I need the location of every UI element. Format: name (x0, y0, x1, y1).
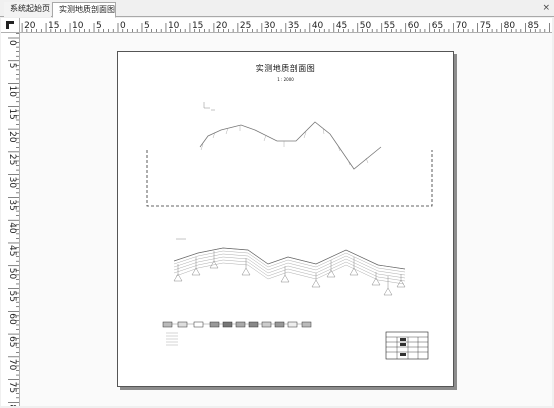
section-drawing (146, 102, 433, 360)
legend-swatch (209, 321, 220, 328)
ruler-label: 65 (7, 336, 17, 347)
close-icon[interactable]: × (542, 2, 550, 14)
ruler-label: 60 (408, 21, 420, 31)
legend-notes (166, 332, 178, 346)
topographic-profile-line (199, 121, 382, 170)
tab-bar: 系统起始页 实测地质剖面图 × (0, 0, 554, 18)
ruler-label: 40 (312, 21, 324, 31)
ruler-label: 15 (7, 108, 17, 119)
strata-lines (173, 247, 406, 285)
ruler-label: 15 (48, 21, 59, 31)
ruler-label: 10 (7, 86, 17, 98)
legend-swatch (235, 321, 246, 328)
vertical-ruler[interactable]: 0 5 10 15 20 25 30 35 40 45 50 55 60 65 70 75 80 (1, 33, 20, 406)
ruler-label: 0 (7, 40, 17, 46)
ruler-label: 80 (504, 21, 516, 31)
ruler-label: 5 (7, 63, 17, 69)
legend-swatch (193, 321, 204, 328)
ruler-corner-icon (1, 18, 20, 33)
ruler-label: 10 (72, 21, 84, 31)
corner-mark (203, 102, 210, 109)
tab-label: 实测地质剖面图 (59, 5, 115, 14)
tab-label: 系统起始页 (10, 4, 50, 13)
vertical-ruler-scale: 0 5 10 15 20 25 30 35 40 45 50 55 60 65 70 75 80 (7, 33, 19, 406)
ruler-label: 60 (7, 313, 17, 325)
legend-swatch (301, 321, 312, 328)
profile-tick-marks (200, 125, 369, 166)
ruler-label: 0 (120, 21, 126, 31)
ruler-label: 25 (7, 154, 17, 165)
horizontal-ruler[interactable]: 20 15 10 5 0 5 10 15 20 25 30 35 40 45 50 55 60 65 70 75 80 8… (20, 18, 552, 33)
ruler-label: 85 (528, 21, 539, 31)
ruler-label: 50 (7, 268, 17, 280)
legend-swatch (274, 321, 285, 328)
ruler-label: 75 (480, 21, 491, 31)
legend-swatch (222, 321, 233, 328)
legend-row (162, 321, 312, 328)
ruler-label: 50 (360, 21, 372, 31)
ruler-label: 35 (288, 21, 299, 31)
ruler-label: 10 (168, 21, 180, 31)
ruler-label: 80 (7, 404, 17, 406)
ruler-label: 40 (7, 222, 17, 234)
ruler-label: 5 (144, 21, 150, 31)
ruler-label: 55 (384, 21, 395, 31)
section-frame (146, 150, 433, 207)
ruler-label: 25 (240, 21, 251, 31)
ruler-label: 20 (24, 21, 36, 31)
ruler-label: 65 (432, 21, 443, 31)
ruler-label: 30 (7, 177, 17, 189)
drawing-page[interactable]: 实测地质剖面图 1 : 2000 (117, 51, 454, 387)
ruler-corner-glyph (6, 21, 14, 29)
legend-swatch (248, 321, 259, 328)
ruler-label: 20 (7, 131, 17, 143)
ruler-label: 75 (7, 382, 17, 393)
ruler-label: 30 (264, 21, 276, 31)
legend-swatch (261, 321, 272, 328)
ruler-label: 70 (456, 21, 468, 31)
ruler-label: 20 (216, 21, 228, 31)
ruler-label: 55 (7, 291, 17, 302)
tab-geologic-section[interactable]: 实测地质剖面图 (52, 2, 116, 18)
ruler-label: 15 (192, 21, 203, 31)
app-window: 系统起始页 实测地质剖面图 × 20 15 10 5 0 5 10 15 20 25 30 35 40 4… (0, 0, 554, 408)
legend-swatch (162, 321, 173, 328)
drawing-canvas[interactable]: 实测地质剖面图 1 : 2000 (20, 33, 552, 406)
tab-start-page[interactable]: 系统起始页 (4, 2, 51, 17)
legend-swatch (287, 321, 298, 328)
ruler-label: 35 (7, 199, 17, 210)
horizontal-ruler-scale: 20 15 10 5 0 5 10 15 20 25 30 35 40 45 50 55 60 65 70 75 80 8… (21, 21, 552, 32)
ruler-label: 70 (7, 359, 17, 371)
ruler-label: 45 (7, 245, 17, 256)
legend-swatch (177, 321, 188, 328)
ruler-label: 45 (336, 21, 347, 31)
title-block (385, 331, 429, 360)
ruler-label: 5 (96, 21, 102, 31)
